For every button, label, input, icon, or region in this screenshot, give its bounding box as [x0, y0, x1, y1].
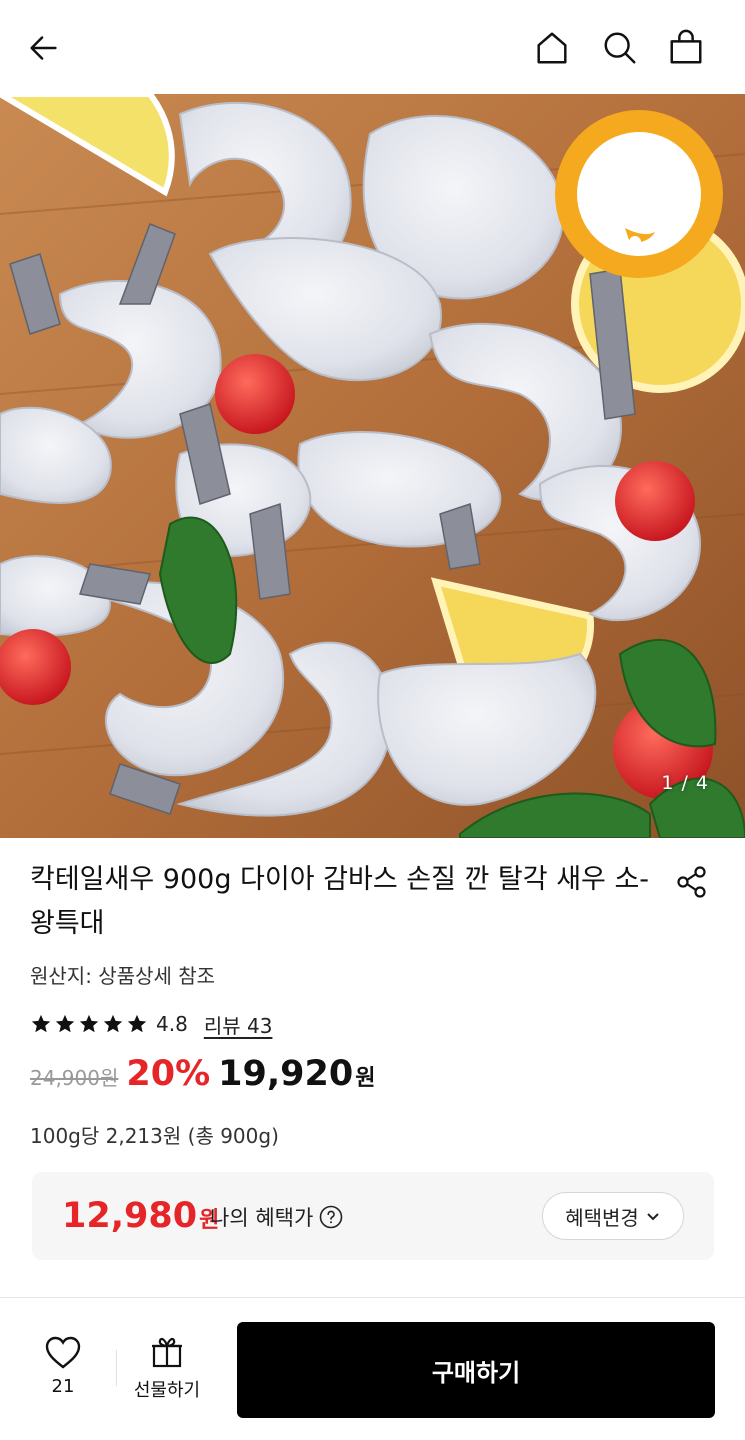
discount-rate: 20% — [126, 1054, 211, 1094]
original-price: 24,900원 — [30, 1066, 119, 1090]
unit-price: 100g당 2,213원 (총 900g) — [30, 1124, 279, 1148]
star-icon — [102, 1013, 124, 1035]
gift-button[interactable]: 선물하기 — [126, 1334, 208, 1406]
review-link[interactable]: 리뷰 43 — [204, 1010, 273, 1039]
star-icon — [78, 1013, 100, 1035]
help-icon[interactable] — [319, 1205, 343, 1229]
product-image-carousel[interactable]: 1 / 4 — [0, 94, 745, 838]
share-button[interactable] — [670, 860, 714, 904]
back-button[interactable] — [20, 24, 68, 72]
rating-row: 4.8 리뷰 43 — [30, 1010, 272, 1038]
rating-score: 4.8 — [156, 1012, 188, 1036]
origin-info: 원산지: 상품상세 참조 — [30, 964, 216, 988]
buy-button[interactable]: 구매하기 — [237, 1322, 715, 1418]
image-counter: 1 / 4 — [661, 772, 709, 794]
home-icon — [537, 32, 567, 64]
price-row: 24,900원 20% 19,920 원 — [30, 1054, 375, 1102]
sale-price: 19,920 — [218, 1054, 354, 1094]
search-button[interactable] — [596, 24, 644, 72]
chevron-down-icon — [647, 1213, 659, 1221]
star-rating — [30, 1013, 148, 1035]
sale-price-currency: 원 — [355, 1066, 376, 1091]
home-button[interactable] — [528, 24, 576, 72]
like-button[interactable]: 21 — [26, 1334, 100, 1406]
bottom-action-bar: 21 선물하기 구매하기 — [0, 1298, 745, 1440]
heart-icon — [45, 1336, 81, 1369]
star-icon — [30, 1013, 52, 1035]
benefit-price: 12,980 원 — [62, 1196, 219, 1236]
benefit-label-group: 나의 혜택가 — [210, 1202, 343, 1232]
brand-logo-badge — [555, 110, 723, 278]
benefit-label: 나의 혜택가 — [210, 1206, 314, 1230]
product-title: 칵테일새우 900g 다이아 감바스 손질 깐 탈각 새우 소-왕특대 — [30, 864, 650, 939]
arrow-left-icon — [30, 36, 57, 60]
star-icon — [54, 1013, 76, 1035]
top-header — [0, 0, 745, 94]
star-icon — [126, 1013, 148, 1035]
like-count: 21 — [51, 1376, 75, 1397]
bar-separator — [116, 1350, 117, 1386]
benefit-amount: 12,980 — [62, 1196, 198, 1236]
benefit-price-box: 12,980 원 나의 혜택가 혜택변경 — [32, 1172, 714, 1260]
gift-label: 선물하기 — [133, 1380, 201, 1401]
share-icon — [677, 866, 706, 898]
gift-icon — [152, 1337, 182, 1368]
shopping-bag-icon — [670, 29, 702, 64]
benefit-change-label: 혜택변경 — [565, 1205, 639, 1230]
cart-button[interactable] — [662, 24, 710, 72]
benefit-change-button[interactable]: 혜택변경 — [542, 1192, 684, 1240]
search-icon — [604, 32, 636, 64]
